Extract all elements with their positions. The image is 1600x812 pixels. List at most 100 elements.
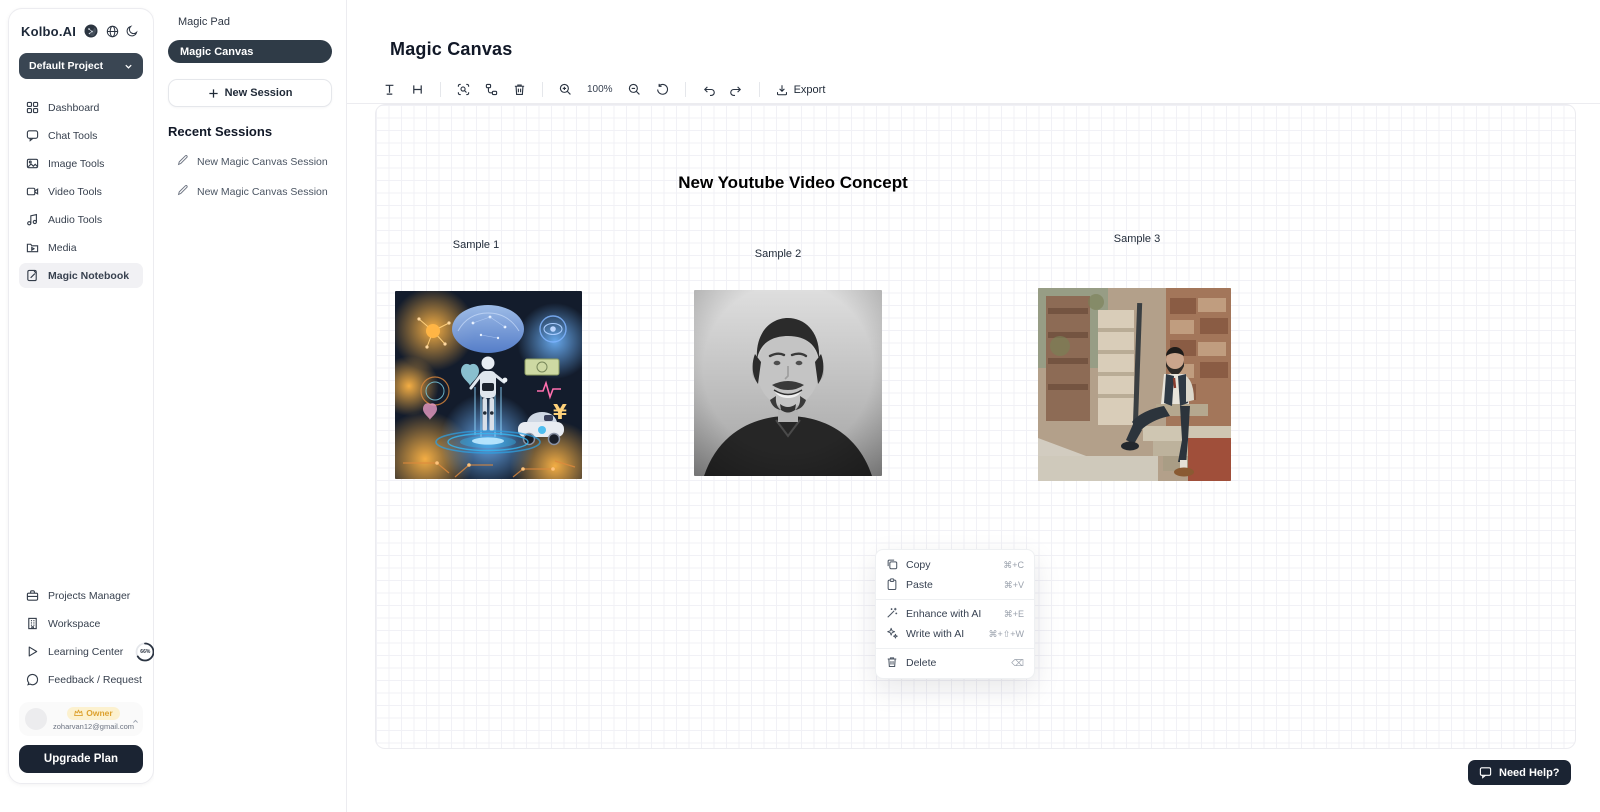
image-icon [26, 157, 39, 170]
sample-1-label[interactable]: Sample 1 [453, 239, 499, 251]
learning-progress-value: 66% [134, 641, 156, 663]
language-globe-icon[interactable] [106, 25, 119, 38]
sample-3-image[interactable] [1038, 288, 1231, 481]
sidebar-item-label: Image Tools [48, 158, 104, 170]
sidebar-item-label: Workspace [48, 618, 100, 630]
export-button[interactable]: Export [772, 84, 830, 96]
sidebar-item-media[interactable]: Media [19, 235, 143, 260]
redo-button[interactable] [726, 79, 747, 100]
play-icon [26, 645, 39, 658]
zoom-level[interactable]: 100% [583, 84, 617, 95]
dark-mode-moon-icon[interactable] [126, 25, 138, 37]
context-menu-label: Enhance with AI [906, 608, 981, 620]
video-camera-icon [26, 185, 39, 198]
context-menu-label: Paste [906, 579, 933, 591]
context-menu-shortcut: ⌘+V [1004, 580, 1024, 591]
upgrade-plan-label: Upgrade Plan [44, 753, 118, 765]
sidebar-item-chat-tools[interactable]: Chat Tools [19, 123, 143, 148]
sample-3-label[interactable]: Sample 3 [1114, 233, 1160, 245]
sidebar-item-label: Magic Notebook [48, 270, 129, 282]
context-menu: Copy ⌘+C Paste ⌘+V Enhance with AI ⌘+E W… [875, 549, 1035, 679]
context-menu-label: Delete [906, 657, 936, 669]
magic-wand-icon [886, 607, 898, 622]
user-email: zoharvan12@gmail.com [53, 722, 134, 731]
canvas-heading-text[interactable]: New Youtube Video Concept [678, 173, 908, 193]
sparkles-icon [886, 627, 898, 642]
sessions-panel: Magic Pad Magic Canvas New Session Recen… [154, 0, 347, 812]
sidebar-item-label: Dashboard [48, 102, 99, 114]
sample-2-image[interactable] [694, 290, 882, 476]
notebook-edit-icon [26, 269, 39, 282]
sidebar-item-projects-manager[interactable]: Projects Manager [19, 583, 143, 608]
context-menu-shortcut: ⌘+E [1004, 609, 1024, 620]
sidebar-item-label: Audio Tools [48, 214, 102, 226]
tab-magic-canvas-label: Magic Canvas [180, 46, 253, 58]
delete-tool-button[interactable] [509, 79, 530, 100]
media-folder-icon [26, 241, 39, 254]
context-menu-divider [876, 599, 1034, 600]
zoom-out-button[interactable] [624, 79, 645, 100]
export-label: Export [794, 84, 826, 96]
undo-button[interactable] [698, 79, 719, 100]
zoom-in-button[interactable] [555, 79, 576, 100]
canvas-toolbar: 100% Export [347, 76, 1600, 104]
download-icon [776, 84, 788, 96]
tab-magic-pad[interactable]: Magic Pad [168, 14, 332, 28]
heading-tool-button[interactable] [407, 79, 428, 100]
role-badge: Owner [67, 707, 119, 720]
sidebar-item-learning-center[interactable]: Learning Center 66% [19, 639, 143, 664]
role-badge-label: Owner [86, 708, 112, 718]
help-chat-icon [1479, 766, 1492, 779]
context-menu-delete[interactable]: Delete ⌫ [876, 653, 1034, 673]
tab-magic-canvas[interactable]: Magic Canvas [168, 40, 332, 63]
context-menu-shortcut: ⌘+C [1003, 560, 1024, 571]
sidebar-item-label: Projects Manager [48, 590, 130, 602]
need-help-button[interactable]: Need Help? [1468, 760, 1571, 785]
upgrade-plan-button[interactable]: Upgrade Plan [19, 745, 143, 773]
toolbar-separator [542, 82, 543, 97]
music-note-icon [26, 213, 39, 226]
learning-progress-ring: 66% [134, 641, 156, 663]
session-list-item[interactable]: New Magic Canvas Session [168, 184, 332, 199]
logo-row: Kolbo.AI [19, 21, 143, 39]
sidebar-item-video-tools[interactable]: Video Tools [19, 179, 143, 204]
reset-rotation-button[interactable] [652, 79, 673, 100]
toolbar-separator [440, 82, 441, 97]
context-menu-write-with-ai[interactable]: Write with AI ⌘+⇧+W [876, 624, 1034, 644]
context-menu-copy[interactable]: Copy ⌘+C [876, 555, 1034, 575]
sidebar-item-feedback[interactable]: Feedback / Request [19, 667, 143, 692]
avatar [25, 708, 47, 730]
chevron-up-icon [132, 712, 139, 730]
text-tool-button[interactable] [379, 79, 400, 100]
context-menu-label: Copy [906, 559, 931, 571]
session-list-item[interactable]: New Magic Canvas Session [168, 154, 332, 169]
sidebar-bottom-nav: Projects Manager Workspace Learning Cent… [19, 583, 143, 692]
toolbar-separator [759, 82, 760, 97]
connector-tool-button[interactable] [481, 79, 502, 100]
project-selector[interactable]: Default Project [19, 53, 143, 79]
context-menu-enhance-with-ai[interactable]: Enhance with AI ⌘+E [876, 604, 1034, 624]
sidebar-item-magic-notebook[interactable]: Magic Notebook [19, 263, 143, 288]
select-object-tool-button[interactable] [453, 79, 474, 100]
sidebar-item-dashboard[interactable]: Dashboard [19, 95, 143, 120]
sidebar-item-label: Feedback / Request [48, 674, 142, 686]
sidebar-item-label: Learning Center [48, 646, 123, 658]
context-menu-divider [876, 648, 1034, 649]
sidebar-item-label: Video Tools [48, 186, 102, 198]
sample-1-image[interactable]: ¥ [395, 291, 582, 479]
user-card[interactable]: Owner zoharvan12@gmail.com [19, 702, 143, 736]
pencil-icon [177, 184, 189, 199]
sidebar-item-workspace[interactable]: Workspace [19, 611, 143, 636]
sidebar-nav: Dashboard Chat Tools Image Tools Video T… [19, 95, 143, 288]
crown-icon [74, 709, 83, 717]
new-session-label: New Session [225, 87, 293, 99]
sample-2-label[interactable]: Sample 2 [755, 248, 801, 260]
copy-icon [886, 558, 898, 573]
new-session-button[interactable]: New Session [168, 79, 332, 107]
sidebar-item-audio-tools[interactable]: Audio Tools [19, 207, 143, 232]
magic-canvas-surface[interactable]: New Youtube Video Concept Sample 1 Sampl… [375, 104, 1576, 749]
session-item-label: New Magic Canvas Session [197, 156, 328, 168]
building-icon [26, 617, 39, 630]
context-menu-paste[interactable]: Paste ⌘+V [876, 575, 1034, 595]
sidebar-item-image-tools[interactable]: Image Tools [19, 151, 143, 176]
